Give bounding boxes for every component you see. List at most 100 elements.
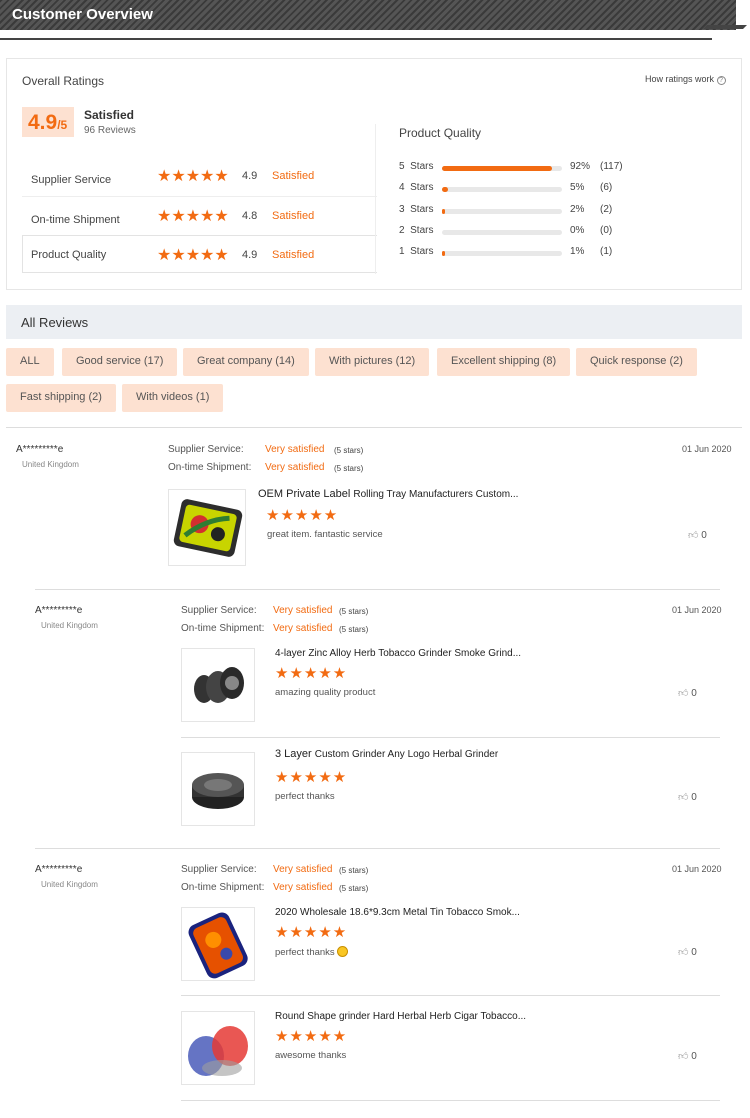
on-time-shipment-label: On-time Shipment: — [168, 462, 252, 473]
product-thumbnail[interactable] — [181, 648, 255, 722]
rating-stars: ★★★★★ — [157, 168, 229, 185]
divider — [6, 427, 742, 428]
product-title[interactable]: 3 Layer Custom Grinder Any Logo Herbal G… — [275, 748, 498, 760]
vertical-divider — [375, 124, 376, 274]
stars-count: (5 stars) — [339, 866, 369, 875]
review-text: amazing quality product — [275, 687, 376, 698]
review-date: 01 Jun 2020 — [672, 605, 722, 615]
filter-chip-with-pictures[interactable]: With pictures (12) — [315, 348, 430, 376]
help-icon: ? — [716, 76, 726, 85]
filter-chip-great-company[interactable]: Great company (14) — [183, 348, 309, 376]
quality-bar-fill — [442, 187, 448, 192]
quality-bar — [442, 230, 562, 235]
stars-count: (5 stars) — [339, 607, 369, 616]
like-button[interactable]: 👍︎ 0 — [678, 1050, 697, 1062]
on-time-shipment-rating: Very satisfied — [273, 882, 333, 893]
all-reviews-title: All Reviews — [21, 315, 89, 330]
page-title: Customer Overview — [12, 6, 153, 23]
how-ratings-work-link[interactable]: How ratings work ? — [645, 74, 726, 85]
product-title[interactable]: Round Shape grinder Hard Herbal Herb Cig… — [275, 1011, 526, 1022]
review-date: 01 Jun 2020 — [682, 444, 732, 454]
on-time-shipment-rating: Very satisfied — [273, 623, 333, 634]
product-title[interactable]: OEM Private Label Rolling Tray Manufactu… — [258, 488, 518, 500]
divider — [35, 848, 720, 849]
grinder-image — [194, 667, 244, 703]
quality-percent: 92% — [570, 161, 591, 172]
quality-bar — [442, 209, 562, 214]
supplier-service-label: Supplier Service: — [168, 444, 244, 455]
quality-count: (0) — [600, 225, 613, 236]
rating-stars: ★★★★★ — [157, 208, 229, 225]
overall-ratings-title: Overall Ratings — [22, 74, 105, 88]
quality-bar-fill — [442, 251, 445, 256]
stars-count: (5 stars) — [334, 464, 364, 473]
like-button[interactable]: 👍︎ 0 — [688, 529, 707, 541]
filter-chip-with-videos[interactable]: With videos (1) — [122, 384, 224, 412]
rating-value: 4.9 — [242, 249, 258, 261]
review-count: 96 Reviews — [84, 125, 136, 136]
filter-chip-fast-shipping[interactable]: Fast shipping (2) — [6, 384, 116, 412]
rating-row-label: Product Quality — [31, 249, 107, 261]
divider — [35, 589, 720, 590]
rolling-tray-image — [173, 499, 243, 557]
quality-row-label: 3 Stars — [399, 204, 434, 215]
review-text: great item. fantastic service — [267, 529, 383, 540]
acrylic-grinder-image — [188, 1026, 248, 1076]
overall-status: Satisfied — [84, 108, 135, 122]
rating-status: Satisfied — [272, 210, 315, 222]
product-stars: ★★★★★ — [266, 507, 339, 524]
quality-bar — [442, 166, 562, 171]
supplier-service-rating: Very satisfied — [265, 444, 325, 455]
filter-chip-excellent-shipping[interactable]: Excellent shipping (8) — [437, 348, 571, 376]
rating-row-product-quality[interactable]: Product Quality ★★★★★ 4.9 Satisfied — [22, 235, 377, 273]
quality-bar-fill — [442, 166, 553, 171]
quality-row-label: 1 Stars — [399, 246, 434, 257]
overall-score-badge: 4.9/5 — [22, 107, 74, 137]
header-divider — [0, 38, 712, 40]
page-header: Customer Overview — [0, 0, 750, 40]
filter-chip-all[interactable]: ALL — [6, 348, 54, 376]
filter-chip-quick-response[interactable]: Quick response (2) — [576, 348, 697, 376]
product-title[interactable]: 2020 Wholesale 18.6*9.3cm Metal Tin Toba… — [275, 907, 520, 918]
rating-status: Satisfied — [272, 249, 315, 261]
quality-count: (117) — [600, 161, 623, 172]
divider — [181, 737, 720, 738]
reviewer-name: A*********e — [35, 605, 83, 616]
stars-count: (5 stars) — [339, 884, 369, 893]
like-button[interactable]: 👍︎ 0 — [678, 791, 697, 803]
product-thumbnail[interactable] — [181, 752, 255, 826]
quality-bar-fill — [442, 209, 445, 214]
ratings-overview-card: Overall Ratings How ratings work ? 4.9/5… — [6, 58, 742, 290]
rating-row-supplier-service: Supplier Service — [31, 170, 111, 188]
filter-chip-good-service[interactable]: Good service (17) — [62, 348, 178, 376]
thumbs-up-icon: 👍︎ — [678, 1051, 689, 1062]
review-text: awesome thanks — [275, 1050, 347, 1061]
product-thumbnail[interactable] — [168, 489, 246, 566]
like-button[interactable]: 👍︎ 0 — [678, 687, 697, 699]
quality-bar — [442, 251, 562, 256]
quality-percent: 1% — [570, 246, 585, 257]
supplier-service-rating: Very satisfied — [273, 605, 333, 616]
quality-count: (2) — [600, 204, 613, 215]
product-stars: ★★★★★ — [275, 665, 348, 682]
quality-row-label: 4 Stars — [399, 182, 434, 193]
quality-count: (1) — [600, 246, 613, 257]
reviewer-name: A*********e — [35, 864, 83, 875]
product-thumbnail[interactable] — [181, 907, 255, 981]
on-time-shipment-label: On-time Shipment: — [181, 882, 265, 893]
quality-title: Product Quality — [399, 126, 482, 140]
all-reviews-header: All Reviews — [6, 305, 742, 339]
divider — [181, 1100, 720, 1101]
product-thumbnail[interactable] — [181, 1011, 255, 1085]
metal-tray-image — [188, 912, 248, 979]
grinder-image — [192, 773, 244, 809]
like-button[interactable]: 👍︎ 0 — [678, 946, 697, 958]
product-title[interactable]: 4-layer Zinc Alloy Herb Tobacco Grinder … — [275, 648, 521, 659]
divider — [181, 995, 720, 996]
reviewer-country: United Kingdom — [41, 880, 98, 889]
product-stars: ★★★★★ — [275, 769, 348, 786]
quality-bar — [442, 187, 562, 192]
divider — [22, 196, 377, 197]
quality-count: (6) — [600, 182, 613, 193]
product-stars: ★★★★★ — [275, 924, 348, 941]
